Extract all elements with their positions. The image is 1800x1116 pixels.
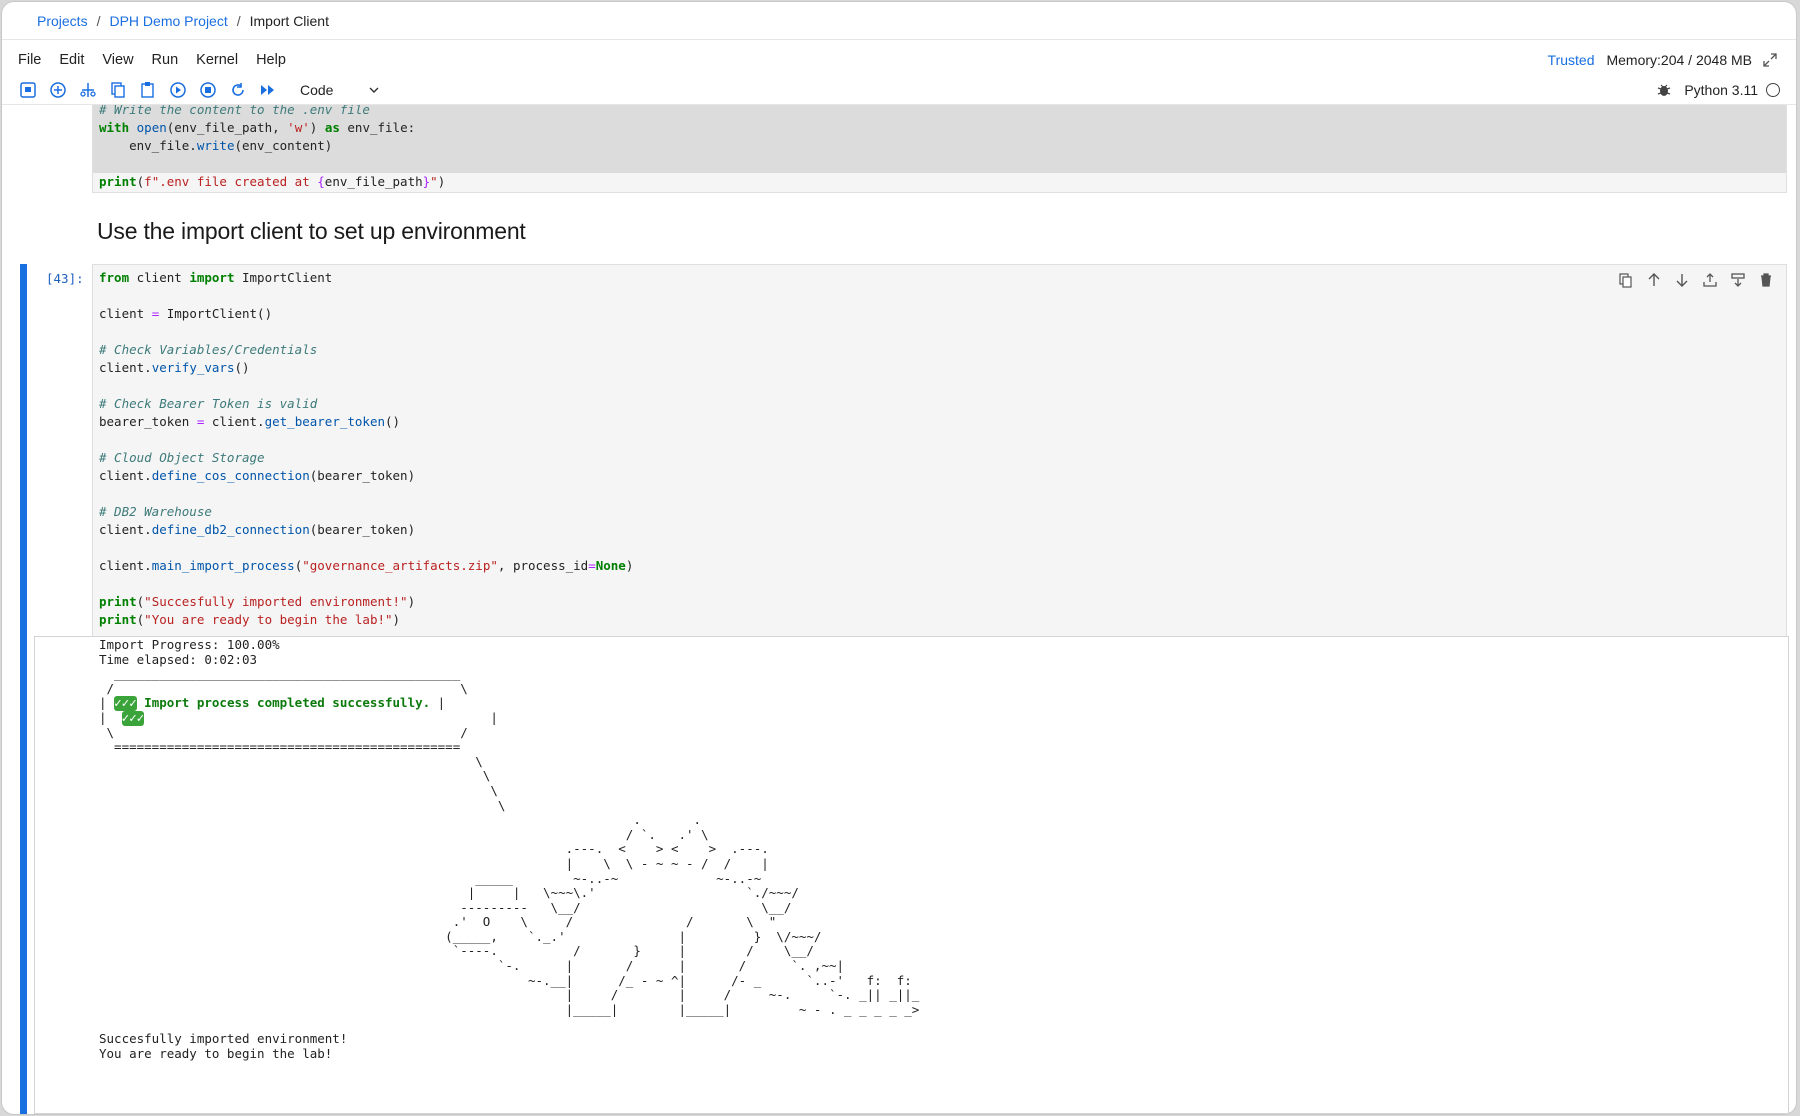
success-message: Import process completed successfully. [136, 695, 438, 711]
check-mark-icon: ✓✓✓ [114, 695, 137, 711]
code-line: # Write the content to the .env file [99, 105, 370, 117]
stop-icon[interactable] [196, 78, 220, 102]
code-line: print("You are ready to begin the lab!") [99, 612, 401, 627]
breadcrumb-current: Import Client [249, 12, 329, 29]
insert-above-icon[interactable] [1696, 270, 1724, 290]
expand-icon[interactable] [1762, 52, 1778, 68]
paste-icon[interactable] [136, 78, 160, 102]
kernel-status: Python 3.11 [1656, 76, 1780, 104]
code-line: bearer_token = client.get_bearer_token() [99, 414, 401, 429]
markdown-heading: Use the import client to set up environm… [97, 218, 526, 244]
kernel-idle-icon [1766, 83, 1780, 97]
status-line: | ✓✓✓ Import process completed successfu… [99, 695, 446, 711]
insert-below-icon[interactable] [1724, 270, 1752, 290]
code-cell-previous[interactable]: # Write the content to the .env file wit… [92, 105, 1787, 193]
breadcrumb-projects-link[interactable]: Projects [37, 13, 88, 29]
breadcrumb: Projects / DPH Demo Project / Import Cli… [2, 2, 1796, 40]
menu-edit[interactable]: Edit [59, 52, 84, 68]
cell-type-select[interactable]: Code [300, 82, 380, 98]
cut-icon[interactable] [76, 78, 100, 102]
output-text: Import Progress: 100.00% Time elapsed: 0… [99, 637, 920, 1061]
cell-type-label: Code [300, 82, 334, 98]
code-line: client = ImportClient() [99, 306, 273, 321]
trusted-badge[interactable]: Trusted [1548, 52, 1595, 68]
add-cell-icon[interactable] [46, 78, 70, 102]
save-icon[interactable] [16, 78, 40, 102]
copy-icon[interactable] [106, 78, 130, 102]
code-line: # Check Variables/Credentials [99, 342, 318, 357]
chevron-down-icon [369, 87, 379, 93]
ascii-art-dinosaur: \ / ====================================… [106, 724, 920, 1017]
code-line: # Cloud Object Storage [99, 450, 265, 465]
code-line: from client import ImportClient [99, 270, 333, 285]
ascii-art-box-top: ________________________________________… [106, 666, 468, 696]
kernel-name[interactable]: Python 3.11 [1684, 82, 1758, 98]
check-mark-icon: ✓✓✓ [121, 709, 145, 726]
execution-count: [43]: [46, 271, 84, 286]
move-up-icon[interactable] [1640, 270, 1668, 290]
notebook-panel[interactable]: # Write the content to the .env file wit… [2, 105, 1796, 1114]
time-elapsed: Time elapsed: 0:02:03 [99, 651, 258, 667]
restart-icon[interactable] [226, 78, 250, 102]
menu-run[interactable]: Run [152, 52, 179, 68]
delete-cell-icon[interactable] [1752, 270, 1780, 290]
code-line: client.verify_vars() [99, 360, 250, 375]
code-line: client.main_import_process("governance_a… [99, 558, 634, 573]
code-line: print(f".env file created at {env_file_p… [99, 174, 446, 189]
code-line: env_file.write(env_content) [99, 138, 333, 153]
code-cell[interactable]: from client import ImportClient client =… [92, 264, 1787, 640]
memory-usage: Memory:204 / 2048 MB [1606, 52, 1752, 68]
menu-status: Trusted Memory:204 / 2048 MB [1548, 44, 1778, 76]
output-done-line: Succesfully imported environment! [99, 1031, 348, 1047]
code-editor[interactable]: from client import ImportClient client =… [99, 269, 633, 629]
cell-output: Import Progress: 100.00% Time elapsed: 0… [34, 636, 1789, 1114]
cell-toolbar [1612, 270, 1780, 290]
duplicate-cell-icon[interactable] [1612, 270, 1640, 290]
ascii-art-line: | ✓✓✓ | [99, 709, 498, 726]
code-line: client.define_db2_connection(bearer_toke… [99, 522, 416, 537]
menu-view[interactable]: View [102, 52, 133, 68]
code-line: with open(env_file_path, 'w') as env_fil… [99, 120, 416, 135]
active-cell-indicator[interactable] [20, 264, 27, 1114]
run-all-icon[interactable] [256, 78, 280, 102]
menu-kernel[interactable]: Kernel [196, 52, 238, 68]
breadcrumb-separator: / [96, 12, 101, 29]
move-down-icon[interactable] [1668, 270, 1696, 290]
code-editor[interactable]: # Write the content to the .env file wit… [99, 105, 445, 191]
output-ready-line: You are ready to begin the lab! [99, 1045, 333, 1061]
code-line: client.define_cos_connection(bearer_toke… [99, 468, 416, 483]
menu-file[interactable]: File [18, 52, 41, 68]
notebook-toolbar: Code Python 3.11 [2, 76, 1796, 105]
debugger-icon[interactable] [1656, 82, 1672, 98]
code-line: # Check Bearer Token is valid [99, 396, 318, 411]
menu-bar: File Edit View Run Kernel Help Trusted M… [2, 44, 1796, 76]
code-line: print("Succesfully imported environment!… [99, 594, 416, 609]
menu-help[interactable]: Help [256, 52, 286, 68]
code-line: # DB2 Warehouse [99, 504, 212, 519]
breadcrumb-separator: / [236, 12, 241, 29]
breadcrumb-project-link[interactable]: DPH Demo Project [109, 13, 227, 29]
run-icon[interactable] [166, 78, 190, 102]
import-progress: Import Progress: 100.00% [99, 637, 280, 652]
notebook-window: Projects / DPH Demo Project / Import Cli… [2, 2, 1796, 1114]
